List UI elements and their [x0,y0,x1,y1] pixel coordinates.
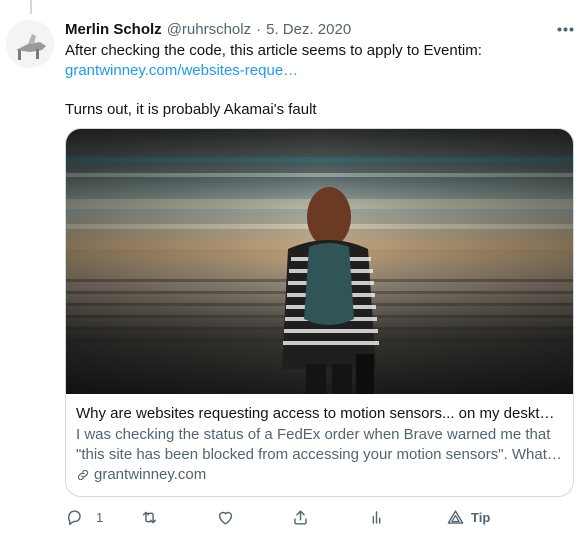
tweet-link[interactable]: grantwinney.com/websites-reque… [65,61,575,81]
tip-button[interactable]: Tip [446,506,490,528]
like-button[interactable] [216,506,235,528]
reply-count: 1 [96,509,104,525]
tip-label: Tip [471,509,491,525]
more-icon [557,27,573,31]
avatar-image [6,20,54,68]
card-domain: grantwinney.com [76,465,562,485]
tweet-text-line: Turns out, it is probably Akamai's fault [65,101,317,118]
avatar[interactable] [6,20,54,68]
tweet-content: Merlin Scholz @ruhrscholz · 5. Dez. 2020… [65,19,575,525]
tweet-header: Merlin Scholz @ruhrscholz · 5. Dez. 2020 [65,19,575,40]
card-image [66,129,573,394]
card-domain-text: grantwinney.com [94,466,207,483]
tip-icon [447,509,464,524]
tweet-date[interactable]: 5. Dez. 2020 [266,21,351,38]
author-name[interactable]: Merlin Scholz [65,21,162,38]
card-body: Why are websites requesting access to mo… [66,394,573,485]
tweet-text-line: After checking the code, this article se… [65,42,482,59]
header-separator: · [256,21,262,38]
link-icon [77,469,89,481]
analytics-button[interactable] [367,506,386,528]
share-button[interactable] [291,506,310,528]
card-title: Why are websites requesting access to mo… [76,405,562,422]
author-handle[interactable]: @ruhrscholz [167,21,251,38]
more-button[interactable] [555,21,575,37]
tweet-text: After checking the code, this article se… [65,41,575,120]
thread-connector-line [30,0,32,14]
reply-icon [67,509,81,525]
tweet-actions: 1 Tip [65,506,575,528]
like-icon [218,511,233,525]
analytics-icon [372,510,381,524]
retweet-button[interactable] [140,506,159,528]
reply-button[interactable]: 1 [65,506,103,528]
share-icon [294,509,307,525]
retweet-icon [142,511,157,523]
link-preview-card[interactable]: Why are websites requesting access to mo… [65,128,574,497]
card-description: I was checking the status of a FedEx ord… [76,426,562,463]
